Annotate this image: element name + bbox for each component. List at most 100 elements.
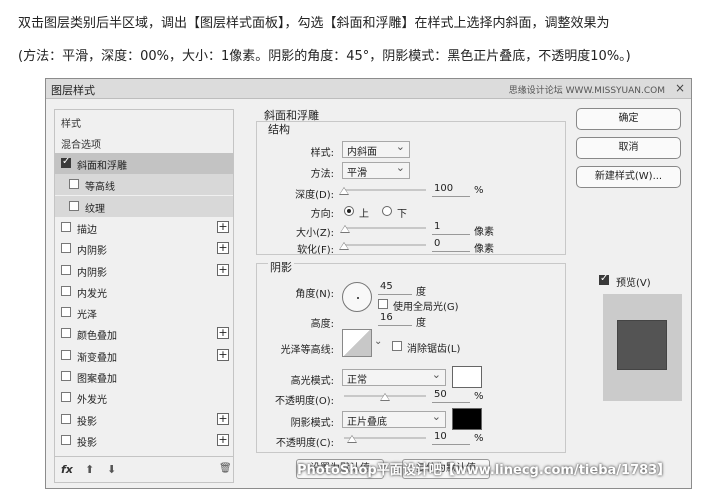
style-list-item[interactable]: 外发光 bbox=[55, 387, 233, 408]
soften-input[interactable]: 0 bbox=[432, 238, 470, 252]
style-item-checkbox[interactable] bbox=[61, 392, 71, 403]
preview-label: 预览(V) bbox=[616, 278, 651, 289]
style-list-header-blending[interactable]: 混合选项 bbox=[55, 132, 233, 153]
bevel-emboss-panel: 斜面和浮雕 结构 样式: 内斜面 方法: 平滑 深度(D): 100 % 方向:… bbox=[256, 107, 566, 487]
depth-unit: % bbox=[474, 185, 484, 196]
add-instance-plus-icon[interactable]: + bbox=[217, 412, 229, 425]
highlight-opacity-slider[interactable] bbox=[344, 392, 426, 402]
shadow-mode-select[interactable]: 正片叠底 bbox=[342, 410, 446, 428]
size-slider[interactable] bbox=[339, 224, 426, 234]
highlight-opacity-input[interactable]: 50 bbox=[432, 389, 470, 403]
style-item-label: 颜色叠加 bbox=[77, 331, 117, 343]
style-item-checkbox[interactable] bbox=[61, 264, 71, 275]
style-list-header-styles[interactable]: 样式 bbox=[55, 111, 233, 132]
bottom-watermark: PhotoShop平面设计吧【www.linecg.com/tieba/1783… bbox=[297, 463, 671, 478]
add-instance-plus-icon[interactable]: + bbox=[217, 242, 229, 255]
add-instance-plus-icon[interactable]: + bbox=[217, 263, 229, 276]
size-slider-thumb[interactable] bbox=[339, 225, 350, 233]
style-list-item[interactable]: 等高线 bbox=[55, 174, 233, 196]
style-list-item[interactable]: 斜面和浮雕 bbox=[55, 153, 233, 174]
style-list-item[interactable]: 投影 + bbox=[55, 409, 233, 430]
angle-dial[interactable] bbox=[342, 282, 372, 312]
style-list-item[interactable]: 投影 + bbox=[55, 430, 233, 451]
add-instance-plus-icon[interactable]: + bbox=[217, 433, 229, 446]
soften-unit: 像素 bbox=[474, 244, 494, 255]
style-item-checkbox[interactable] bbox=[61, 413, 71, 424]
anti-alias-label: 消除锯齿(L) bbox=[407, 344, 461, 355]
style-item-checkbox[interactable] bbox=[61, 349, 71, 360]
direction-down-label: 下 bbox=[397, 209, 407, 220]
depth-slider-thumb[interactable] bbox=[339, 187, 349, 195]
style-item-label: 渐变叠加 bbox=[77, 352, 117, 364]
shading-title: 阴影 bbox=[268, 259, 294, 275]
trash-icon[interactable]: 🗑 bbox=[219, 463, 232, 474]
style-list-footer: fx ⬆ ⬇ 🗑 bbox=[55, 456, 233, 482]
dialog-titlebar[interactable]: 图层样式 思缘设计论坛 WWW.MISSYUAN.COM × bbox=[46, 79, 691, 99]
direction-up-radio[interactable] bbox=[344, 206, 354, 216]
shadow-opacity-slider[interactable] bbox=[344, 434, 426, 444]
shadow-opacity-input[interactable]: 10 bbox=[432, 431, 470, 445]
method-label: 方法: bbox=[310, 169, 334, 180]
bevel-style-select[interactable]: 内斜面 bbox=[342, 140, 410, 158]
style-item-checkbox[interactable] bbox=[61, 307, 71, 318]
style-item-checkbox[interactable] bbox=[69, 200, 79, 211]
gloss-contour-picker[interactable] bbox=[342, 329, 372, 357]
direction-down-radio[interactable] bbox=[382, 206, 392, 216]
style-item-label: 内阴影 bbox=[77, 246, 107, 258]
style-item-checkbox[interactable] bbox=[61, 434, 71, 445]
style-item-checkbox[interactable] bbox=[61, 285, 71, 296]
style-item-label: 斜面和浮雕 bbox=[77, 161, 127, 172]
style-list-item[interactable]: 内阴影 + bbox=[55, 260, 233, 281]
style-list-item[interactable]: 内阴影 + bbox=[55, 238, 233, 259]
fx-icon[interactable]: fx bbox=[61, 463, 73, 476]
highlight-opacity-unit: % bbox=[474, 391, 484, 402]
style-item-label: 内发光 bbox=[77, 288, 107, 300]
style-item-label: 描边 bbox=[77, 224, 97, 236]
move-down-icon[interactable]: ⬇ bbox=[107, 463, 116, 476]
anti-alias-checkbox[interactable] bbox=[392, 341, 402, 351]
cancel-button[interactable]: 取消 bbox=[576, 137, 681, 159]
altitude-input[interactable]: 16 bbox=[378, 312, 412, 326]
style-list-panel: 样式 混合选项 斜面和浮雕等高线纹理描边+内阴影+内阴影+内发光光泽颜色叠加+渐… bbox=[54, 109, 234, 483]
depth-input[interactable]: 100 bbox=[432, 183, 470, 197]
style-list-item[interactable]: 光泽 bbox=[55, 302, 233, 323]
method-select[interactable]: 平滑 bbox=[342, 161, 410, 179]
highlight-opacity-thumb[interactable] bbox=[380, 393, 390, 401]
preview-checkbox[interactable] bbox=[599, 273, 609, 285]
soften-slider[interactable] bbox=[339, 241, 426, 251]
style-item-checkbox[interactable] bbox=[61, 243, 71, 254]
global-light-checkbox[interactable] bbox=[378, 299, 388, 309]
soften-slider-thumb[interactable] bbox=[339, 242, 349, 250]
style-item-checkbox[interactable] bbox=[61, 156, 71, 168]
shadow-opacity-thumb[interactable] bbox=[347, 435, 358, 443]
add-instance-plus-icon[interactable]: + bbox=[217, 220, 229, 233]
ok-button[interactable]: 确定 bbox=[576, 108, 681, 130]
style-item-checkbox[interactable] bbox=[61, 371, 71, 381]
style-list-item[interactable]: 颜色叠加 + bbox=[55, 323, 233, 344]
style-item-checkbox[interactable] bbox=[61, 221, 71, 232]
gloss-contour-chevron-icon[interactable]: ⌄ bbox=[374, 336, 382, 347]
size-input[interactable]: 1 bbox=[432, 221, 470, 235]
highlight-color-swatch[interactable] bbox=[452, 366, 482, 388]
new-style-button[interactable]: 新建样式(W)... bbox=[576, 166, 681, 188]
add-instance-plus-icon[interactable]: + bbox=[217, 327, 229, 340]
add-instance-plus-icon[interactable]: + bbox=[217, 348, 229, 361]
depth-slider[interactable] bbox=[339, 186, 426, 196]
style-item-checkbox[interactable] bbox=[69, 179, 79, 190]
highlight-mode-select[interactable]: 正常 bbox=[342, 368, 446, 386]
shadow-color-swatch[interactable] bbox=[452, 408, 482, 430]
angle-input[interactable]: 45 bbox=[378, 281, 412, 295]
style-list-item[interactable]: 图案叠加 bbox=[55, 366, 233, 387]
shadow-opacity-label: 不透明度(C): bbox=[275, 438, 334, 449]
close-icon[interactable]: × bbox=[675, 81, 685, 95]
style-list-item[interactable]: 纹理 bbox=[55, 195, 233, 217]
blending-options-label: 混合选项 bbox=[61, 140, 101, 151]
style-list-item[interactable]: 渐变叠加 + bbox=[55, 345, 233, 366]
style-list-item[interactable]: 描边 + bbox=[55, 217, 233, 238]
altitude-label: 高度: bbox=[310, 319, 334, 330]
preview-thumbnail bbox=[617, 320, 667, 370]
move-up-icon[interactable]: ⬆ bbox=[85, 463, 94, 476]
style-list-item[interactable]: 内发光 bbox=[55, 281, 233, 302]
size-unit: 像素 bbox=[474, 227, 494, 238]
style-item-checkbox[interactable] bbox=[61, 328, 71, 339]
